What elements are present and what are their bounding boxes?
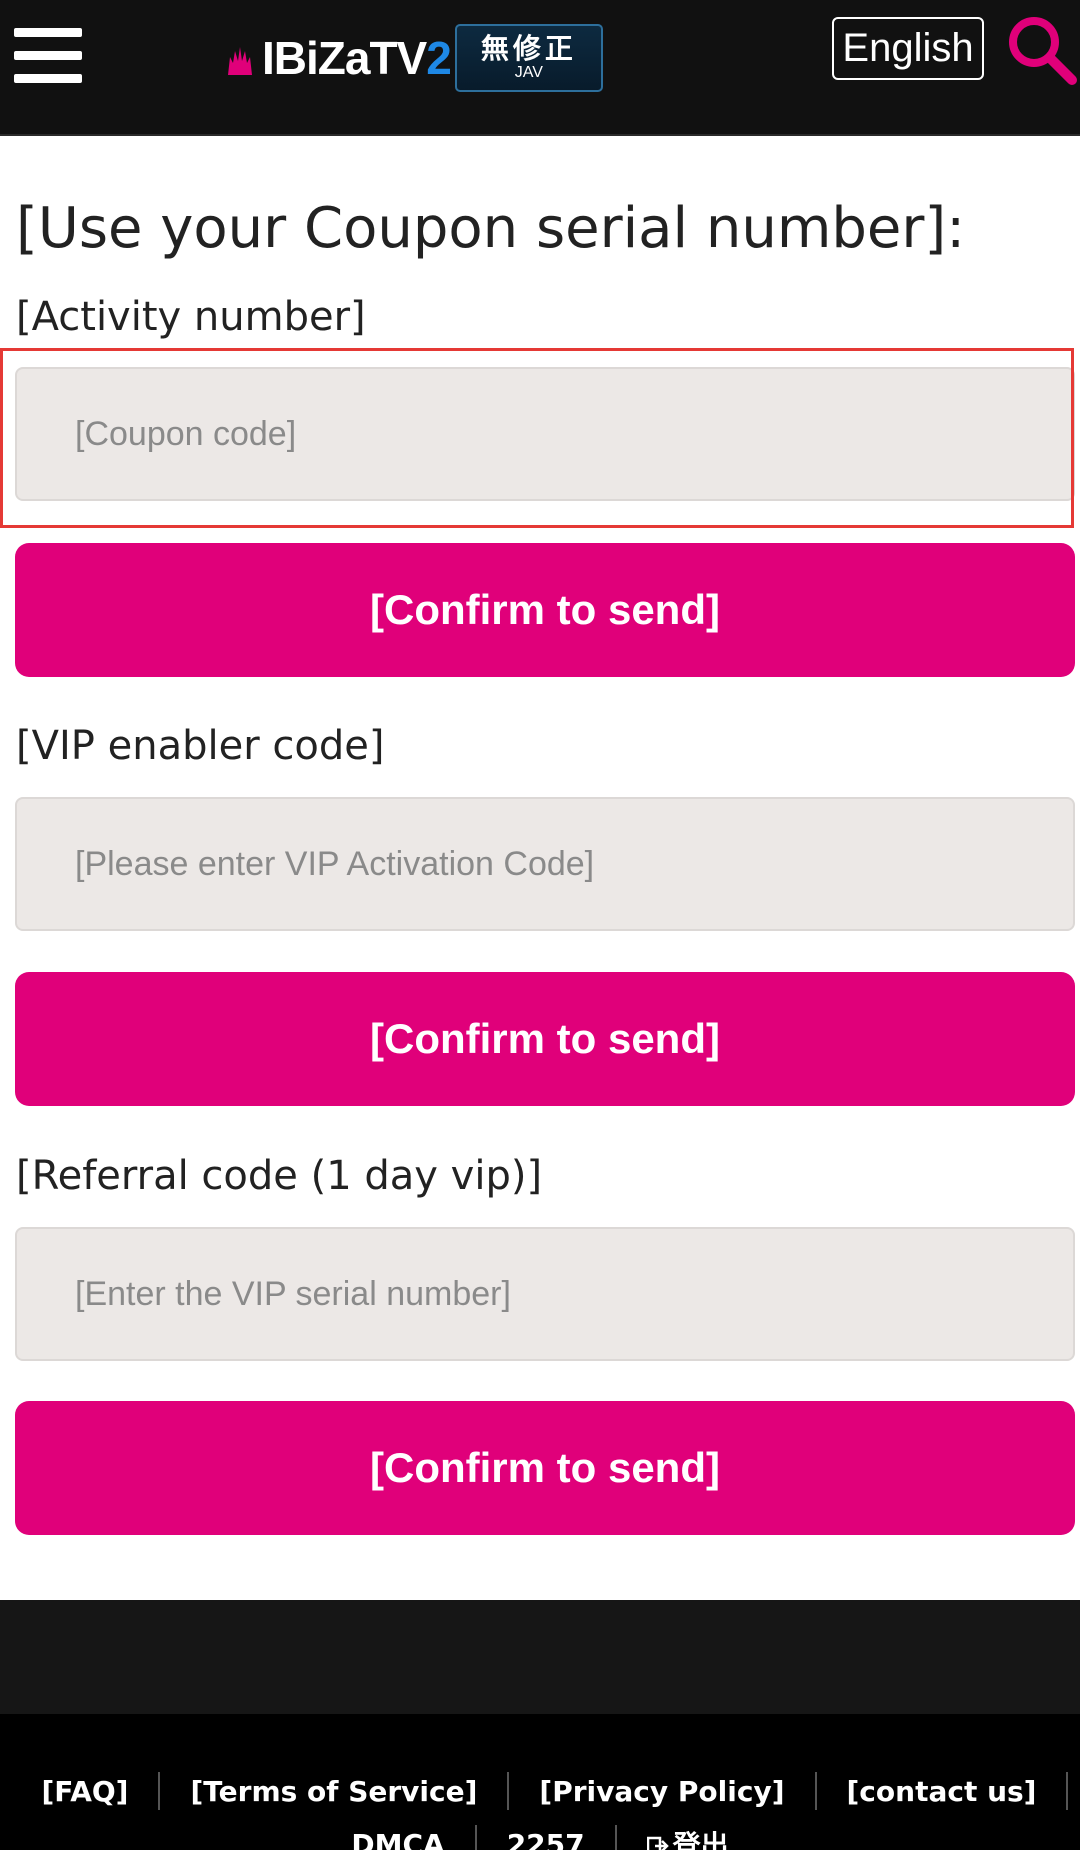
footer-links-row-2: DMCA 2257 登出 [0,1824,1080,1850]
footer: [FAQ] [Terms of Service] [Privacy Policy… [0,1714,1080,1850]
2257-link[interactable]: 2257 [477,1828,615,1850]
vip-enabler-label: [VIP enabler code] [16,723,385,769]
logo-flame-icon [228,47,252,75]
language-button[interactable]: English [832,17,984,80]
menu-icon-bar [14,28,82,37]
dmca-link[interactable]: DMCA [321,1828,474,1850]
footer-divider [1066,1772,1069,1810]
logo-text: IBiZaTV [262,32,427,84]
top-header: IBiZaTV 2 無修正 JAV English [0,0,1080,136]
menu-icon-bar [14,51,82,60]
activity-number-label: [Activity number] [16,294,366,340]
footer-spacer [0,1600,1080,1714]
terms-link[interactable]: [Terms of Service] [160,1775,507,1808]
logo-badge-sub: JAV [514,64,543,81]
logout-icon [646,1836,669,1850]
faq-link[interactable]: [FAQ] [12,1775,159,1808]
logout-label: 登出 [672,1829,729,1850]
privacy-link[interactable]: [Privacy Policy] [509,1775,814,1808]
footer-links-row: [FAQ] [Terms of Service] [Privacy Policy… [0,1772,1080,1810]
logo-badge: 無修正 JAV [454,24,603,92]
menu-icon-bar [14,74,82,83]
vip-activation-input[interactable] [15,797,1075,931]
logo-number: 2 [426,32,452,84]
referral-code-label: [Referral code (1 day vip)] [16,1153,543,1199]
confirm-coupon-button[interactable]: [Confirm to send] [15,543,1075,677]
logo-badge-main: 無修正 [480,32,577,65]
menu-icon[interactable] [14,28,82,84]
search-icon[interactable] [1004,12,1078,86]
confirm-referral-button[interactable]: [Confirm to send] [15,1401,1075,1535]
contact-link[interactable]: [contact us] [817,1775,1067,1808]
site-logo[interactable]: IBiZaTV 2 無修正 JAV [226,22,603,94]
referral-code-input[interactable] [15,1227,1075,1361]
logout-link[interactable]: 登出 [617,1824,759,1850]
page-title: [Use your Coupon serial number]: [16,196,966,261]
coupon-code-input[interactable] [15,367,1075,501]
confirm-vip-button[interactable]: [Confirm to send] [15,972,1075,1106]
